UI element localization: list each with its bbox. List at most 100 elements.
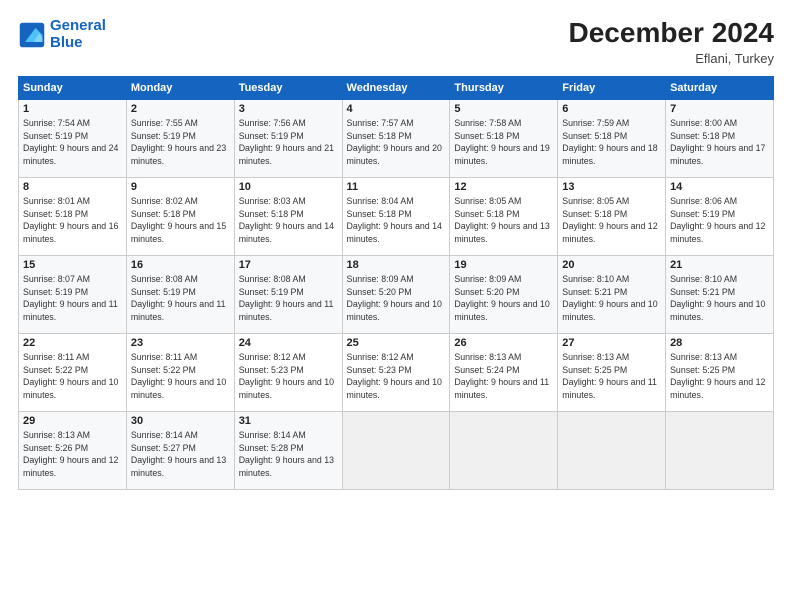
calendar-cell: 11 Sunrise: 8:04 AM Sunset: 5:18 PM Dayl… — [342, 177, 450, 255]
day-info: Sunrise: 8:01 AM Sunset: 5:18 PM Dayligh… — [23, 195, 122, 246]
day-number: 28 — [670, 337, 769, 349]
day-info: Sunrise: 8:03 AM Sunset: 5:18 PM Dayligh… — [239, 195, 338, 246]
sunrise-label: Sunrise: 8:12 AM — [347, 352, 414, 362]
day-header-friday: Friday — [558, 76, 666, 99]
day-number: 12 — [454, 181, 553, 193]
day-info: Sunrise: 7:56 AM Sunset: 5:19 PM Dayligh… — [239, 117, 338, 168]
day-info: Sunrise: 8:12 AM Sunset: 5:23 PM Dayligh… — [347, 351, 446, 402]
title-block: December 2024 Eflani, Turkey — [569, 18, 774, 66]
sunset-label: Sunset: 5:22 PM — [23, 365, 88, 375]
daylight-label: Daylight: 9 hours and 21 minutes. — [239, 143, 334, 166]
daylight-label: Daylight: 9 hours and 24 minutes. — [23, 143, 118, 166]
calendar-cell: 13 Sunrise: 8:05 AM Sunset: 5:18 PM Dayl… — [558, 177, 666, 255]
sunrise-label: Sunrise: 8:00 AM — [670, 118, 737, 128]
day-number: 2 — [131, 103, 230, 115]
logo-line2: Blue — [50, 34, 83, 51]
subtitle: Eflani, Turkey — [569, 51, 774, 66]
day-number: 8 — [23, 181, 122, 193]
day-number: 27 — [562, 337, 661, 349]
calendar-cell: 9 Sunrise: 8:02 AM Sunset: 5:18 PM Dayli… — [126, 177, 234, 255]
sunset-label: Sunset: 5:26 PM — [23, 443, 88, 453]
calendar-cell — [558, 411, 666, 489]
sunset-label: Sunset: 5:24 PM — [454, 365, 519, 375]
day-info: Sunrise: 8:13 AM Sunset: 5:24 PM Dayligh… — [454, 351, 553, 402]
sunrise-label: Sunrise: 8:09 AM — [454, 274, 521, 284]
sunset-label: Sunset: 5:19 PM — [23, 131, 88, 141]
day-number: 20 — [562, 259, 661, 271]
day-info: Sunrise: 8:11 AM Sunset: 5:22 PM Dayligh… — [23, 351, 122, 402]
daylight-label: Daylight: 9 hours and 14 minutes. — [239, 221, 334, 244]
sunset-label: Sunset: 5:19 PM — [23, 287, 88, 297]
daylight-label: Daylight: 9 hours and 10 minutes. — [347, 377, 442, 400]
calendar-cell: 1 Sunrise: 7:54 AM Sunset: 5:19 PM Dayli… — [19, 99, 127, 177]
day-number: 3 — [239, 103, 338, 115]
sunrise-label: Sunrise: 7:58 AM — [454, 118, 521, 128]
sunset-label: Sunset: 5:19 PM — [239, 287, 304, 297]
day-info: Sunrise: 8:07 AM Sunset: 5:19 PM Dayligh… — [23, 273, 122, 324]
sunrise-label: Sunrise: 8:14 AM — [239, 430, 306, 440]
calendar-week-2: 8 Sunrise: 8:01 AM Sunset: 5:18 PM Dayli… — [19, 177, 774, 255]
sunrise-label: Sunrise: 7:55 AM — [131, 118, 198, 128]
daylight-label: Daylight: 9 hours and 10 minutes. — [131, 377, 226, 400]
daylight-label: Daylight: 9 hours and 14 minutes. — [347, 221, 442, 244]
sunrise-label: Sunrise: 8:01 AM — [23, 196, 90, 206]
sunset-label: Sunset: 5:18 PM — [670, 131, 735, 141]
calendar-week-5: 29 Sunrise: 8:13 AM Sunset: 5:26 PM Dayl… — [19, 411, 774, 489]
sunrise-label: Sunrise: 8:05 AM — [562, 196, 629, 206]
day-header-monday: Monday — [126, 76, 234, 99]
day-number: 16 — [131, 259, 230, 271]
logo-icon — [18, 21, 46, 49]
day-number: 18 — [347, 259, 446, 271]
calendar-cell: 25 Sunrise: 8:12 AM Sunset: 5:23 PM Dayl… — [342, 333, 450, 411]
sunrise-label: Sunrise: 8:13 AM — [23, 430, 90, 440]
sunrise-label: Sunrise: 8:05 AM — [454, 196, 521, 206]
daylight-label: Daylight: 9 hours and 11 minutes. — [454, 377, 549, 400]
sunset-label: Sunset: 5:28 PM — [239, 443, 304, 453]
day-info: Sunrise: 8:10 AM Sunset: 5:21 PM Dayligh… — [562, 273, 661, 324]
day-number: 26 — [454, 337, 553, 349]
day-number: 5 — [454, 103, 553, 115]
day-number: 21 — [670, 259, 769, 271]
calendar-cell: 4 Sunrise: 7:57 AM Sunset: 5:18 PM Dayli… — [342, 99, 450, 177]
day-number: 6 — [562, 103, 661, 115]
calendar-week-4: 22 Sunrise: 8:11 AM Sunset: 5:22 PM Dayl… — [19, 333, 774, 411]
day-info: Sunrise: 8:02 AM Sunset: 5:18 PM Dayligh… — [131, 195, 230, 246]
sunset-label: Sunset: 5:19 PM — [131, 131, 196, 141]
calendar-cell: 2 Sunrise: 7:55 AM Sunset: 5:19 PM Dayli… — [126, 99, 234, 177]
calendar-week-3: 15 Sunrise: 8:07 AM Sunset: 5:19 PM Dayl… — [19, 255, 774, 333]
sunrise-label: Sunrise: 7:54 AM — [23, 118, 90, 128]
day-number: 19 — [454, 259, 553, 271]
sunrise-label: Sunrise: 8:09 AM — [347, 274, 414, 284]
calendar-cell: 6 Sunrise: 7:59 AM Sunset: 5:18 PM Dayli… — [558, 99, 666, 177]
daylight-label: Daylight: 9 hours and 20 minutes. — [347, 143, 442, 166]
calendar-cell: 12 Sunrise: 8:05 AM Sunset: 5:18 PM Dayl… — [450, 177, 558, 255]
day-info: Sunrise: 8:08 AM Sunset: 5:19 PM Dayligh… — [131, 273, 230, 324]
sunrise-label: Sunrise: 8:12 AM — [239, 352, 306, 362]
day-info: Sunrise: 8:12 AM Sunset: 5:23 PM Dayligh… — [239, 351, 338, 402]
logo-line1: General — [50, 17, 106, 34]
sunset-label: Sunset: 5:18 PM — [347, 131, 412, 141]
daylight-label: Daylight: 9 hours and 10 minutes. — [23, 377, 118, 400]
sunrise-label: Sunrise: 8:07 AM — [23, 274, 90, 284]
daylight-label: Daylight: 9 hours and 13 minutes. — [131, 455, 226, 478]
sunset-label: Sunset: 5:25 PM — [562, 365, 627, 375]
sunset-label: Sunset: 5:21 PM — [562, 287, 627, 297]
sunset-label: Sunset: 5:18 PM — [131, 209, 196, 219]
header-row: SundayMondayTuesdayWednesdayThursdayFrid… — [19, 76, 774, 99]
calendar-header: SundayMondayTuesdayWednesdayThursdayFrid… — [19, 76, 774, 99]
sunrise-label: Sunrise: 8:11 AM — [23, 352, 89, 362]
day-info: Sunrise: 8:14 AM Sunset: 5:28 PM Dayligh… — [239, 429, 338, 480]
sunrise-label: Sunrise: 7:56 AM — [239, 118, 306, 128]
page: General Blue December 2024 Eflani, Turke… — [0, 0, 792, 612]
header: General Blue December 2024 Eflani, Turke… — [18, 18, 774, 66]
daylight-label: Daylight: 9 hours and 13 minutes. — [239, 455, 334, 478]
day-number: 15 — [23, 259, 122, 271]
calendar-cell: 18 Sunrise: 8:09 AM Sunset: 5:20 PM Dayl… — [342, 255, 450, 333]
daylight-label: Daylight: 9 hours and 23 minutes. — [131, 143, 226, 166]
calendar-week-1: 1 Sunrise: 7:54 AM Sunset: 5:19 PM Dayli… — [19, 99, 774, 177]
day-info: Sunrise: 8:09 AM Sunset: 5:20 PM Dayligh… — [347, 273, 446, 324]
day-info: Sunrise: 8:14 AM Sunset: 5:27 PM Dayligh… — [131, 429, 230, 480]
sunrise-label: Sunrise: 8:04 AM — [347, 196, 414, 206]
calendar-cell: 16 Sunrise: 8:08 AM Sunset: 5:19 PM Dayl… — [126, 255, 234, 333]
sunset-label: Sunset: 5:19 PM — [239, 131, 304, 141]
